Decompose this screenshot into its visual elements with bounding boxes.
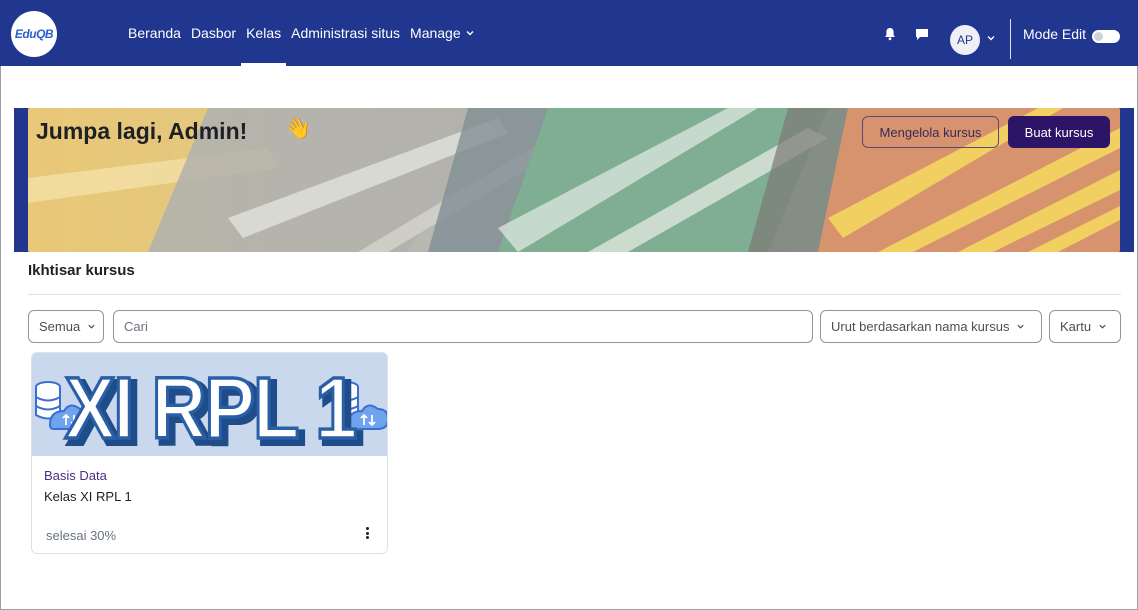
sort-select[interactable]: Urut berdasarkan nama kursus xyxy=(820,310,1042,343)
nav-item-administrasi-situs[interactable]: Administrasi situs xyxy=(286,0,405,66)
course-progress-text: selesai 30% xyxy=(46,528,117,543)
course-actions-kebab-icon[interactable] xyxy=(362,525,372,541)
chevron-down-icon xyxy=(466,31,474,36)
site-logo[interactable]: EduQB xyxy=(11,11,57,57)
sort-value: Urut berdasarkan nama kursus xyxy=(831,319,1010,334)
kebab-dot xyxy=(365,527,369,530)
course-search-input[interactable]: Cari xyxy=(113,310,813,343)
edit-mode-toggle[interactable] xyxy=(1092,30,1120,43)
bell-icon[interactable] xyxy=(883,27,897,41)
nav-item-beranda[interactable]: Beranda xyxy=(123,0,186,66)
kebab-dot xyxy=(365,531,369,535)
edit-mode-label: Mode Edit xyxy=(1023,26,1087,42)
nav-item-manage-label: Manage xyxy=(410,25,461,41)
chevron-down-icon[interactable] xyxy=(986,33,996,43)
kebab-dot xyxy=(365,536,369,539)
course-category: Basis Data xyxy=(44,468,107,483)
chat-icon[interactable] xyxy=(915,28,929,41)
create-course-button[interactable]: Buat kursus xyxy=(1008,116,1110,148)
course-name-link[interactable]: Kelas XI RPL 1 xyxy=(44,489,132,504)
section-divider xyxy=(28,294,1121,295)
course-image[interactable]: XI RPL 1 XI RPL 1 xyxy=(32,353,387,456)
chevron-down-icon xyxy=(88,324,95,329)
primary-navigation: Beranda Dasbor Kelas Administrasi situs … xyxy=(123,0,480,66)
nav-item-dasbor[interactable]: Dasbor xyxy=(186,0,241,66)
manage-courses-button[interactable]: Mengelola kursus xyxy=(862,116,999,148)
grouping-filter-select[interactable]: Semua xyxy=(28,310,104,343)
chevron-down-icon xyxy=(1017,324,1025,329)
nav-item-kelas[interactable]: Kelas xyxy=(241,0,287,66)
course-image-art: XI RPL 1 XI RPL 1 xyxy=(32,353,387,456)
logo-text: EduQB xyxy=(14,27,54,41)
nav-item-manage[interactable]: Manage xyxy=(405,0,480,66)
waving-hand-icon: 👋 xyxy=(285,117,312,140)
grouping-filter-value: Semua xyxy=(39,319,81,334)
search-placeholder: Cari xyxy=(124,319,148,334)
welcome-heading: Jumpa lagi, Admin! xyxy=(36,118,248,144)
navbar-divider xyxy=(1010,19,1011,59)
course-image-text: XI RPL 1 xyxy=(65,360,356,456)
toggle-knob xyxy=(1094,32,1103,41)
view-select[interactable]: Kartu xyxy=(1049,310,1121,343)
top-navbar: EduQB Beranda Dasbor Kelas Administrasi … xyxy=(0,0,1138,66)
view-value: Kartu xyxy=(1060,319,1092,334)
course-card[interactable]: XI RPL 1 XI RPL 1 Basis Data Kelas XI RP… xyxy=(31,352,388,554)
course-overview-heading: Ikhtisar kursus xyxy=(28,262,135,279)
chevron-down-icon xyxy=(1099,324,1106,329)
user-avatar[interactable]: AP xyxy=(950,25,980,55)
